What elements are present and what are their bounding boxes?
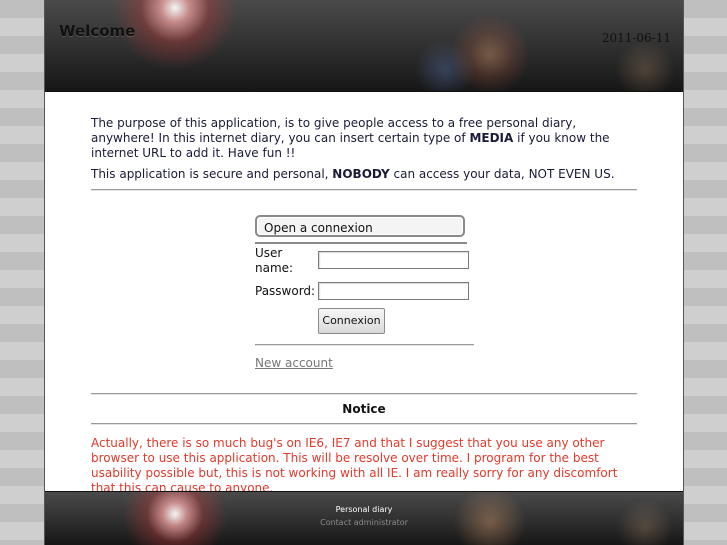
footer-title: Personal diary [335, 505, 393, 514]
notice-bottom-divider [91, 423, 637, 425]
intro-media-word: MEDIA [469, 131, 514, 145]
header-date: 2011-06-11 [601, 31, 671, 45]
connexion-button[interactable]: Connexion [318, 308, 385, 334]
intro-section: The purpose of this application, is to g… [91, 116, 637, 191]
footer-banner: Personal diary Contact administrator [45, 491, 683, 545]
security-text-2: can access your data, NOT EVEN US. [389, 167, 615, 181]
intro-paragraph: The purpose of this application, is to g… [91, 116, 637, 161]
security-nobody-word: NOBODY [332, 167, 390, 181]
security-paragraph: This application is secure and personal,… [91, 167, 637, 182]
login-tab-underline [255, 242, 467, 244]
login-tab[interactable]: Open a connexion [255, 215, 465, 237]
username-input[interactable] [318, 251, 469, 269]
login-divider [255, 344, 474, 346]
header-banner: Welcome 2011-06-11 [45, 0, 683, 92]
notice-section: Notice Actually, there is so much bug's … [91, 393, 637, 496]
security-text-1: This application is secure and personal, [91, 167, 333, 181]
main-frame: Welcome 2011-06-11 The purpose of this a… [44, 0, 684, 545]
password-input[interactable] [318, 282, 469, 300]
contact-admin-link[interactable]: Contact administrator [45, 518, 683, 527]
intro-divider [91, 189, 637, 191]
password-label: Password: [255, 284, 316, 298]
login-panel: Open a connexion User name: Password: Co… [255, 215, 475, 370]
notice-title: Notice [342, 402, 386, 416]
new-account-link[interactable]: New account [255, 356, 333, 370]
username-label: User name: [255, 246, 294, 275]
page-title: Welcome [59, 22, 136, 40]
notice-text: Actually, there is so much bug's on IE6,… [91, 436, 618, 495]
